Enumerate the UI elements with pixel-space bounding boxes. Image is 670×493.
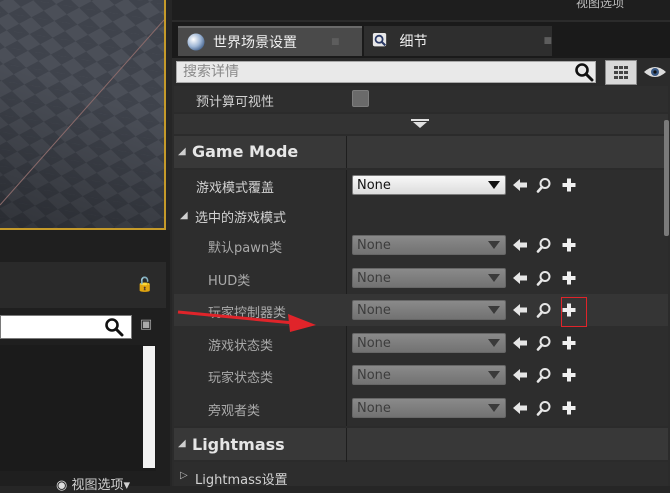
expand-down-icon[interactable] — [409, 119, 431, 129]
chevron-down-icon — [488, 181, 500, 189]
game-state-class-label: 游戏状态类 — [208, 339, 274, 354]
dropdown-value: None — [357, 177, 391, 193]
precomputed-visibility-label: 预计算可视性 — [196, 95, 275, 110]
dropdown-value: None — [357, 367, 391, 383]
dropdown-value: None — [357, 237, 391, 253]
game-mode-override-label: 游戏模式覆盖 — [196, 181, 275, 196]
use-selected-arrow-icon[interactable] — [512, 335, 528, 351]
lock-icon[interactable]: 🔓 — [136, 276, 154, 294]
precomputed-visibility-checkbox[interactable] — [352, 90, 369, 107]
outliner-list[interactable] — [0, 345, 156, 471]
globe-icon — [187, 33, 205, 51]
player-controller-class-dropdown[interactable]: None — [352, 300, 506, 320]
collapse-triangle-icon[interactable]: ◢ — [178, 438, 186, 449]
magnifier-icon — [372, 33, 387, 47]
add-plus-icon[interactable] — [561, 270, 577, 286]
collapse-triangle-icon[interactable]: ◢ — [178, 146, 186, 157]
close-icon[interactable]: ■ — [543, 36, 552, 46]
dropdown-value: None — [357, 335, 391, 351]
tab-world-settings[interactable]: 世界场景设置 ■ — [178, 26, 362, 56]
browse-magnifier-icon[interactable] — [536, 335, 552, 351]
add-plus-icon[interactable] — [561, 400, 577, 416]
expand-triangle-icon[interactable]: ▷ — [180, 470, 188, 481]
hud-class-label: HUD类 — [208, 274, 251, 289]
tab-world-settings-label: 世界场景设置 — [213, 35, 297, 51]
close-icon[interactable]: ■ — [331, 37, 340, 47]
browse-magnifier-icon[interactable] — [536, 177, 552, 193]
spectator-class-dropdown[interactable]: None — [352, 398, 506, 418]
level-viewport[interactable] — [0, 0, 166, 230]
default-pawn-class-label: 默认pawn类 — [208, 241, 283, 256]
use-selected-arrow-icon[interactable] — [512, 270, 528, 286]
annotation-highlight-box — [561, 297, 587, 327]
chevron-down-icon — [488, 371, 500, 379]
chevron-down-icon — [488, 274, 500, 282]
eye-icon[interactable] — [642, 62, 668, 82]
search-icon[interactable] — [104, 317, 124, 337]
annotation-arrow — [177, 310, 316, 332]
details-scrollbar[interactable] — [664, 120, 669, 236]
section-title-lightmass: Lightmass — [192, 435, 285, 454]
section-title-game-mode: Game Mode — [192, 142, 299, 161]
selected-game-mode-label: 选中的游戏模式 — [195, 211, 287, 226]
use-selected-arrow-icon[interactable] — [512, 367, 528, 383]
top-strip-label: 视图选项 — [576, 0, 625, 10]
hud-class-dropdown[interactable]: None — [352, 268, 506, 288]
browse-magnifier-icon[interactable] — [536, 270, 552, 286]
outliner-scrollbar[interactable] — [143, 346, 155, 468]
add-plus-icon[interactable] — [561, 237, 577, 253]
tab-details[interactable]: 细节 ■ — [364, 26, 552, 56]
tab-details-label: 细节 — [399, 34, 428, 50]
game-mode-override-dropdown[interactable]: None — [352, 175, 506, 195]
use-selected-arrow-icon[interactable] — [512, 400, 528, 416]
use-selected-arrow-icon[interactable] — [512, 302, 528, 318]
chevron-down-icon — [488, 306, 500, 314]
lightmass-settings-label: Lightmass设置 — [195, 473, 288, 488]
chevron-down-icon — [488, 404, 500, 412]
save-icon[interactable]: ▣ — [138, 317, 154, 333]
chevron-down-icon — [488, 241, 500, 249]
dropdown-value: None — [357, 270, 391, 286]
browse-magnifier-icon[interactable] — [536, 367, 552, 383]
use-selected-arrow-icon[interactable] — [512, 237, 528, 253]
column-divider — [346, 136, 347, 168]
details-search-input[interactable] — [176, 61, 596, 83]
game-state-class-dropdown[interactable]: None — [352, 333, 506, 353]
viewport-axis-line — [0, 19, 164, 206]
browse-magnifier-icon[interactable] — [536, 302, 552, 318]
add-plus-icon[interactable] — [561, 335, 577, 351]
property-matrix-button[interactable] — [605, 60, 637, 85]
default-pawn-class-dropdown[interactable]: None — [352, 235, 506, 255]
browse-magnifier-icon[interactable] — [536, 237, 552, 253]
use-selected-arrow-icon[interactable] — [512, 177, 528, 193]
spectator-class-label: 旁观者类 — [208, 404, 261, 419]
dropdown-value: None — [357, 400, 391, 416]
add-plus-icon[interactable] — [561, 367, 577, 383]
chevron-down-icon — [488, 339, 500, 347]
search-icon[interactable] — [574, 62, 594, 82]
player-state-class-dropdown[interactable]: None — [352, 365, 506, 385]
add-plus-icon[interactable] — [561, 177, 577, 193]
browse-magnifier-icon[interactable] — [536, 400, 552, 416]
dropdown-value: None — [357, 302, 391, 318]
collapse-triangle-icon[interactable]: ◢ — [180, 210, 188, 221]
grid-icon — [614, 66, 628, 79]
player-state-class-label: 玩家状态类 — [208, 371, 274, 386]
